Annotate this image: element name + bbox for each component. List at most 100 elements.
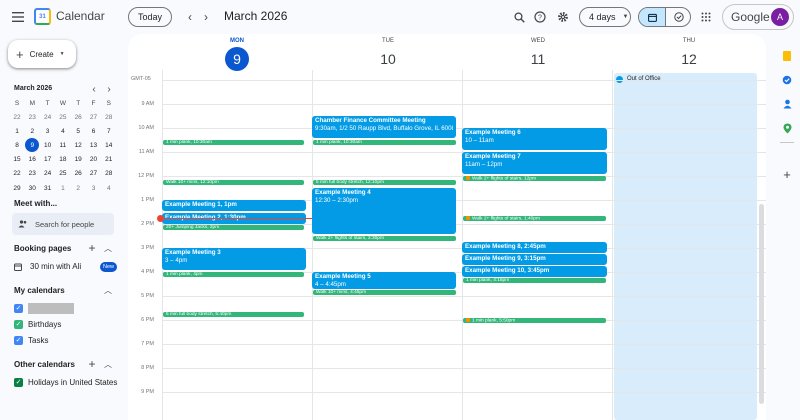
task-chip[interactable]: Walk 10+ mins, 12:10pm: [163, 180, 304, 185]
app-title[interactable]: Calendar: [56, 9, 105, 23]
mini-cal-day[interactable]: 21: [102, 153, 116, 167]
mini-cal-day[interactable]: 23: [25, 167, 39, 181]
collapse-booking-icon[interactable]: ︿: [102, 242, 114, 254]
out-of-office-chip[interactable]: Out of Office: [614, 74, 757, 84]
task-chip[interactable]: 1 min plank, 4pm: [163, 272, 304, 277]
calendar-list-item[interactable]: ✓: [0, 302, 126, 316]
mini-cal-day[interactable]: 3: [41, 124, 55, 138]
mini-cal-day[interactable]: 22: [10, 110, 24, 124]
mini-cal-day[interactable]: 20: [87, 153, 101, 167]
calendar-view-button[interactable]: [639, 8, 665, 26]
calendar-checkbox-icon[interactable]: ✓: [14, 304, 23, 313]
day-number-thu[interactable]: 12: [669, 47, 709, 71]
main-menu-icon[interactable]: [10, 9, 26, 25]
calendar-checkbox-icon[interactable]: ✓: [14, 378, 23, 387]
mini-cal-day[interactable]: 3: [87, 181, 101, 195]
calendar-checkbox-icon[interactable]: ✓: [14, 320, 23, 329]
mini-cal-day[interactable]: 16: [25, 153, 39, 167]
mini-cal-day[interactable]: 2: [25, 124, 39, 138]
mini-cal-day[interactable]: 1: [56, 181, 70, 195]
event-block[interactable]: Example Meeting 4 12:30 – 2:30pm: [312, 188, 456, 234]
event-block[interactable]: Example Meeting 10, 3:45pm: [462, 266, 607, 277]
day-number-tue[interactable]: 10: [368, 47, 408, 71]
mini-cal-day[interactable]: 1: [10, 124, 24, 138]
task-chip[interactable]: Walk 2+ flights of stairs, 12pm: [463, 176, 606, 181]
mini-cal-day[interactable]: 24: [41, 110, 55, 124]
mini-cal-day[interactable]: 19: [71, 153, 85, 167]
mini-cal-day[interactable]: 17: [41, 153, 55, 167]
view-selector[interactable]: 4 days ▼: [579, 7, 631, 27]
mini-cal-prev-icon[interactable]: ‹: [89, 83, 99, 95]
collapse-other-calendars-icon[interactable]: ︿: [102, 358, 114, 370]
mini-cal-day[interactable]: 15: [10, 153, 24, 167]
task-chip[interactable]: 1 min plank, 5:50pm: [463, 318, 606, 323]
collapse-my-calendars-icon[interactable]: ︿: [102, 284, 114, 296]
mini-cal-day[interactable]: 14: [102, 138, 116, 152]
mini-cal-day[interactable]: 5: [71, 124, 85, 138]
contacts-icon[interactable]: [781, 98, 793, 110]
mini-cal-day[interactable]: 11: [56, 138, 70, 152]
search-people-input[interactable]: Search for people: [12, 213, 114, 235]
grid-scrollbar[interactable]: [759, 204, 764, 404]
mini-cal-day[interactable]: 23: [25, 110, 39, 124]
task-chip[interactable]: Walk 2+ flights of stairs, 2:30pm: [313, 236, 456, 241]
mini-cal-day[interactable]: 24: [41, 167, 55, 181]
tasks-app-icon[interactable]: [781, 74, 793, 86]
mini-cal-day[interactable]: 27: [87, 167, 101, 181]
calendar-list-item[interactable]: ✓ Tasks: [0, 334, 126, 348]
mini-cal-day[interactable]: 26: [71, 110, 85, 124]
mini-cal-day[interactable]: 4: [56, 124, 70, 138]
mini-cal-day[interactable]: 25: [56, 167, 70, 181]
calendar-checkbox-icon[interactable]: ✓: [14, 336, 23, 345]
mini-cal-day[interactable]: 13: [87, 138, 101, 152]
event-block[interactable]: Example Meeting 6 10 – 11am: [462, 128, 607, 150]
event-block[interactable]: Example Meeting 7 11am – 12pm: [462, 152, 607, 174]
task-chip[interactable]: 1 min plank, 10:30am: [313, 140, 456, 145]
event-block[interactable]: Example Meeting 3 3 – 4pm: [162, 248, 306, 270]
mini-cal-day[interactable]: 10: [41, 138, 55, 152]
calendar-list-item[interactable]: ✓ Holidays in United States: [0, 376, 126, 390]
settings-gear-icon[interactable]: [555, 9, 571, 25]
avatar[interactable]: A: [771, 8, 789, 26]
task-chip[interactable]: 20+ Jumping Jacks, 2pm: [163, 225, 304, 230]
task-chip[interactable]: 1 min plank, 10:30am: [163, 140, 304, 145]
event-block[interactable]: Example Meeting 8, 2:45pm: [462, 242, 607, 253]
event-block[interactable]: Chamber Finance Committee Meeting 9:30am…: [312, 116, 456, 138]
mini-cal-day[interactable]: 7: [102, 124, 116, 138]
mini-cal-next-icon[interactable]: ›: [104, 83, 114, 95]
calendar-list-item[interactable]: ✓ Birthdays: [0, 318, 126, 332]
mini-cal-day[interactable]: 27: [87, 110, 101, 124]
mini-cal-day[interactable]: 18: [56, 153, 70, 167]
mini-cal-day[interactable]: 29: [10, 181, 24, 195]
day-number-mon[interactable]: 9: [225, 47, 249, 71]
add-addon-icon[interactable]: +: [781, 167, 793, 182]
task-chip[interactable]: Walk 10+ mins, 4:45pm: [313, 290, 456, 295]
tasks-view-button[interactable]: [665, 8, 690, 26]
mini-cal-day[interactable]: 6: [87, 124, 101, 138]
help-icon[interactable]: ?: [532, 9, 548, 25]
mini-cal-day[interactable]: 31: [41, 181, 55, 195]
mini-cal-day[interactable]: 2: [71, 181, 85, 195]
mini-cal-day[interactable]: 12: [71, 138, 85, 152]
mini-cal-day[interactable]: 25: [56, 110, 70, 124]
mini-cal-day[interactable]: 22: [10, 167, 24, 181]
task-chip[interactable]: Walk 2+ flights of stairs, 1:40pm: [463, 216, 606, 221]
keep-icon[interactable]: [781, 50, 793, 62]
mini-cal-day[interactable]: 26: [71, 167, 85, 181]
create-button[interactable]: + Create ▼: [8, 40, 76, 68]
search-icon[interactable]: [511, 9, 527, 25]
event-block[interactable]: Example Meeting 9, 3:15pm: [462, 254, 607, 265]
task-chip[interactable]: 1 min plank, 4:15pm: [463, 278, 606, 283]
mini-cal-day[interactable]: 9: [25, 138, 40, 153]
booking-item-label[interactable]: 30 min with Ali: [30, 262, 81, 271]
event-block[interactable]: Example Meeting 1, 1pm: [162, 200, 306, 211]
mini-cal-day[interactable]: 4: [102, 181, 116, 195]
next-period-icon[interactable]: ›: [199, 9, 213, 25]
add-booking-page-icon[interactable]: +: [86, 241, 98, 255]
apps-grid-icon[interactable]: [698, 9, 714, 25]
today-button[interactable]: Today: [128, 7, 172, 27]
event-block[interactable]: Example Meeting 5 4 – 4:45pm: [312, 272, 456, 289]
account-chip[interactable]: Google A: [722, 4, 794, 30]
mini-cal-day[interactable]: 28: [102, 110, 116, 124]
day-number-wed[interactable]: 11: [518, 47, 558, 71]
